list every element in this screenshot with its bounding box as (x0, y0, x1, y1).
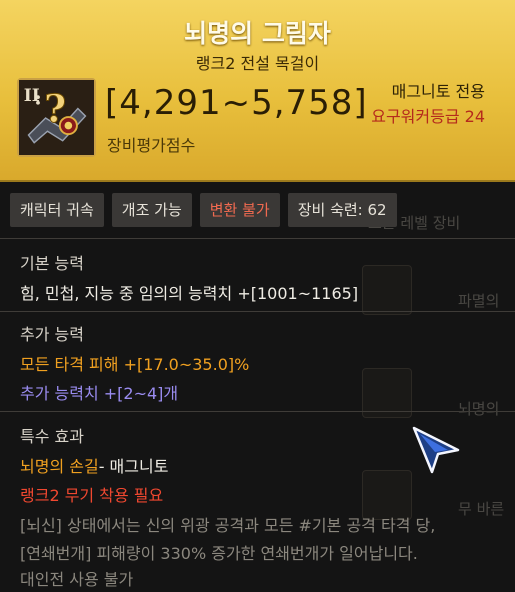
item-tags: 캐릭터 귀속 개조 가능 변환 불가 장비 숙련: 62 (10, 193, 397, 227)
item-name: 뇌명의 그림자 (184, 19, 331, 48)
extra-stats-title: 추가 능력 (20, 325, 84, 344)
mouse-pointer-icon (412, 426, 460, 474)
special-requirement: 랭크2 무기 착용 필요 (20, 486, 164, 505)
score-value: [4,291~5,758] (105, 83, 368, 123)
worker-level-requirement: 요구워커등급 24 (371, 107, 485, 126)
svg-text:?: ? (44, 86, 66, 131)
bg-item-label: 파멸의 (458, 292, 500, 310)
extra-stat-line: 모든 타격 피해 +[17.0~35.0]% (20, 355, 250, 374)
tag-bind: 캐릭터 귀속 (10, 193, 104, 227)
item-icon-frame: ? II (17, 78, 96, 157)
tag-convert: 변환 불가 (199, 193, 280, 227)
bg-item-slot (362, 265, 412, 315)
divider (0, 411, 515, 412)
special-desc-line: [연쇄번개] 피해량이 330% 증가한 연쇄번개가 일어납니다. (20, 544, 418, 563)
tooltip-header: 뇌명의 그림자 랭크2 전설 목걸이 ? II [4,291~5,758] 장비… (0, 0, 515, 182)
special-effect-title: 특수 효과 (20, 427, 84, 446)
special-skill-line: 뇌명의 손길- 매그니토 (20, 453, 168, 477)
extra-stat-line: 추가 능력치 +[2~4]개 (20, 384, 179, 403)
tag-proficiency: 장비 숙련: 62 (287, 193, 397, 227)
special-skill-suffix: - 매그니토 (98, 457, 169, 476)
item-tooltip: 모든 레벨 장비 파멸의 뇌명의 무 바른 뇌명의 그림자 랭크2 전설 목걸이… (0, 0, 515, 592)
special-desc-line: 대인전 사용 불가 (20, 570, 134, 589)
divider (0, 311, 515, 312)
necklace-icon: ? II (19, 80, 94, 155)
divider (0, 238, 515, 239)
special-desc-line: [뇌신] 상태에서는 신의 위광 공격과 모든 #기본 공격 타격 당, (20, 516, 436, 535)
basic-stat-line: 힘, 민첩, 지능 중 임의의 능력치 +[1001~1165] (20, 284, 359, 303)
tag-modify: 개조 가능 (111, 193, 192, 227)
item-grade: 랭크2 전설 목걸이 (195, 54, 320, 73)
special-skill-name: 뇌명의 손길 (20, 457, 99, 476)
bg-item-label: 무 바른 (458, 500, 505, 518)
score-label: 장비평가점수 (107, 136, 196, 155)
class-restriction: 매그니토 전용 (391, 82, 485, 101)
basic-stats-title: 기본 능력 (20, 254, 84, 273)
bg-item-label: 뇌명의 (458, 400, 500, 418)
